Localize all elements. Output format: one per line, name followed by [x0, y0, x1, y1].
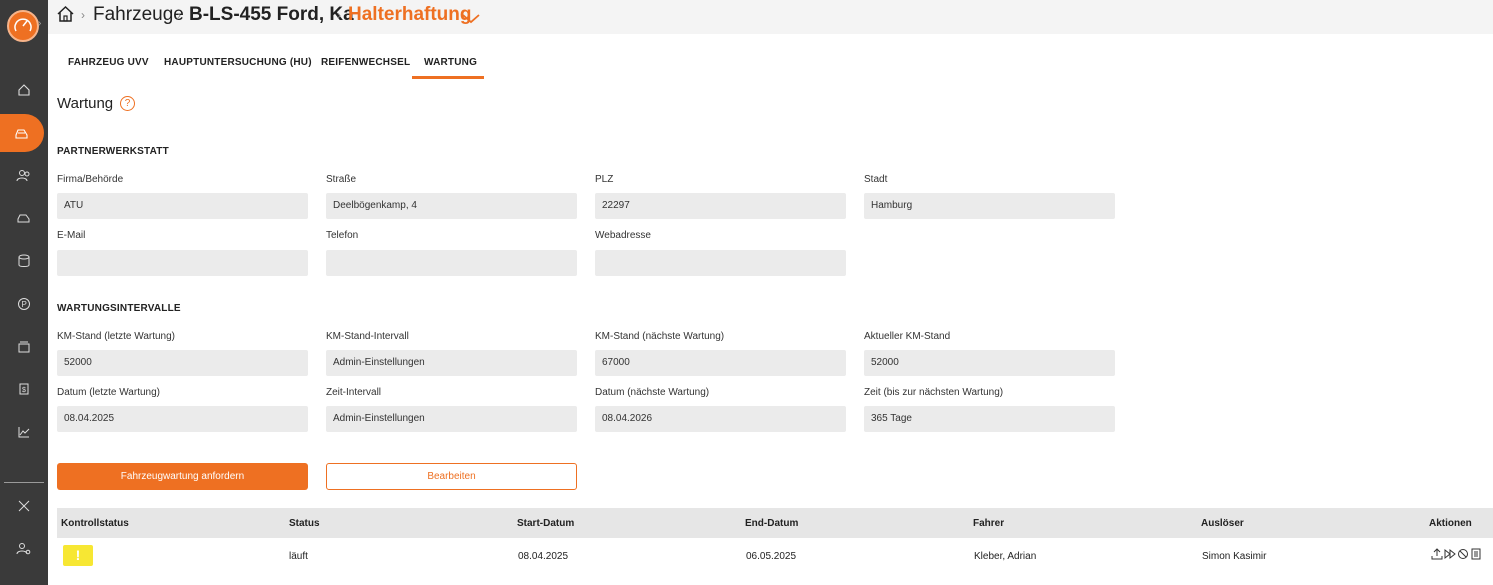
car-icon [15, 129, 28, 139]
date-next-service-field[interactable]: 08.04.2026 [595, 406, 846, 432]
svg-text:$: $ [22, 387, 26, 394]
sidebar-item-documents[interactable] [0, 328, 48, 366]
intervals-section-title: WARTUNGSINTERVALLE [57, 303, 181, 314]
sidebar-item-users[interactable] [0, 157, 48, 195]
date-last-service-field[interactable]: 08.04.2025 [57, 406, 308, 432]
row-status: läuft [289, 551, 308, 562]
sidebar-divider [4, 482, 44, 483]
field-label: E-Mail [57, 230, 86, 241]
column-header[interactable]: Fahrer [973, 518, 1004, 529]
column-header[interactable]: Auslöser [1201, 518, 1244, 529]
field-label: Telefon [326, 230, 359, 241]
tools-icon [18, 500, 30, 512]
breadcrumb-chevron-icon: › [177, 8, 181, 22]
invoice-icon: $ [19, 383, 29, 395]
tab-reifenwechsel[interactable]: REIFENWECHSEL [321, 57, 410, 68]
sidebar: › P $ [0, 0, 48, 585]
time-until-next-service-field[interactable]: 365 Tage [864, 406, 1115, 432]
field-label: KM-Stand (nächste Wartung) [595, 331, 725, 342]
users-icon [16, 170, 30, 182]
row-actions [1431, 548, 1482, 560]
warning-icon: ! [63, 545, 93, 566]
svg-text:P: P [22, 300, 27, 309]
breadcrumb-vehicles[interactable]: Fahrzeuge [93, 4, 184, 26]
sidebar-item-reports[interactable] [0, 413, 48, 451]
sidebar-item-parking[interactable]: P [0, 285, 48, 323]
breadcrumb-vehicle[interactable]: B-LS-455 Ford, Ka [189, 4, 354, 26]
tab-fahrzeug-uvv[interactable]: FAHRZEUG UVV [68, 57, 149, 68]
document-icon[interactable] [1470, 548, 1482, 560]
forward-icon[interactable] [1444, 548, 1456, 560]
partner-section-title: PARTNERWERKSTATT [57, 146, 169, 157]
field-label: Zeit (bis zur nächsten Wartung) [864, 387, 1004, 398]
request-service-button[interactable]: Fahrzeugwartung anfordern [57, 463, 308, 490]
sidebar-item-home[interactable] [0, 71, 48, 109]
app-logo-icon[interactable] [7, 10, 39, 42]
sidebar-item-invoices[interactable]: $ [0, 370, 48, 408]
field-label: Aktueller KM-Stand [864, 331, 951, 342]
active-tab-indicator [412, 76, 484, 79]
email-field[interactable] [57, 250, 308, 276]
parking-icon: P [18, 298, 30, 310]
sidebar-item-tools[interactable] [0, 487, 48, 525]
km-current-field[interactable]: 52000 [864, 350, 1115, 376]
row-end-date: 06.05.2025 [746, 551, 797, 562]
field-label: PLZ [595, 174, 614, 185]
cancel-icon[interactable] [1457, 548, 1469, 560]
sidebar-item-fuel[interactable] [0, 242, 48, 280]
website-field[interactable] [595, 250, 846, 276]
phone-field[interactable] [326, 250, 577, 276]
sidebar-item-drivers[interactable] [0, 199, 48, 237]
car-key-icon [17, 214, 30, 223]
sidebar-expand-icon[interactable]: › [38, 18, 41, 29]
breadcrumb-chevron-icon: › [81, 8, 85, 22]
row-trigger: Simon Kasimir [1202, 551, 1267, 562]
field-label: KM-Stand (letzte Wartung) [57, 331, 176, 342]
column-header[interactable]: Kontrollstatus [61, 518, 129, 529]
field-label: Zeit-Intervall [326, 387, 382, 398]
street-field[interactable]: Deelbögenkamp, 4 [326, 193, 577, 219]
database-icon [18, 254, 30, 267]
column-header[interactable]: Start-Datum [517, 518, 574, 529]
column-header[interactable]: End-Datum [745, 518, 798, 529]
field-label: Datum (nächste Wartung) [595, 387, 710, 398]
field-label: Straße [326, 174, 357, 185]
field-label: Firma/Behörde [57, 174, 124, 185]
table-header: Kontrollstatus Status Start-Datum End-Da… [57, 508, 1493, 538]
breadcrumb-chevron-icon: › [337, 8, 341, 22]
edit-button[interactable]: Bearbeiten [326, 463, 577, 490]
user-settings-icon [16, 543, 31, 555]
field-label: Stadt [864, 174, 888, 185]
km-last-service-field[interactable]: 52000 [57, 350, 308, 376]
sidebar-item-user-settings[interactable] [0, 530, 48, 568]
time-interval-field[interactable]: Admin-Einstellungen [326, 406, 577, 432]
home-icon [18, 84, 30, 96]
help-icon[interactable]: ? [120, 96, 135, 111]
km-interval-field[interactable]: Admin-Einstellungen [326, 350, 577, 376]
field-label: KM-Stand-Intervall [326, 331, 409, 342]
tab-hauptuntersuchung[interactable]: HAUPTUNTERSUCHUNG (HU) [164, 57, 312, 68]
page-title: Wartung [57, 95, 114, 112]
field-label: Datum (letzte Wartung) [57, 387, 160, 398]
city-field[interactable]: Hamburg [864, 193, 1115, 219]
row-driver: Kleber, Adrian [974, 551, 1037, 562]
chart-line-icon [18, 427, 30, 438]
chevron-down-icon[interactable] [462, 11, 480, 29]
sidebar-item-vehicles[interactable] [0, 114, 44, 152]
stack-icon [18, 341, 30, 353]
upload-icon[interactable] [1431, 548, 1443, 560]
column-header: Aktionen [1429, 518, 1472, 529]
column-header[interactable]: Status [289, 518, 320, 529]
breadcrumb-current[interactable]: Halterhaftung [348, 4, 472, 26]
tab-wartung[interactable]: WARTUNG [424, 57, 477, 68]
field-label: Webadresse [595, 230, 651, 241]
row-start-date: 08.04.2025 [518, 551, 569, 562]
company-field[interactable]: ATU [57, 193, 308, 219]
km-next-service-field[interactable]: 67000 [595, 350, 846, 376]
zip-field[interactable]: 22297 [595, 193, 846, 219]
home-icon[interactable] [56, 5, 75, 28]
